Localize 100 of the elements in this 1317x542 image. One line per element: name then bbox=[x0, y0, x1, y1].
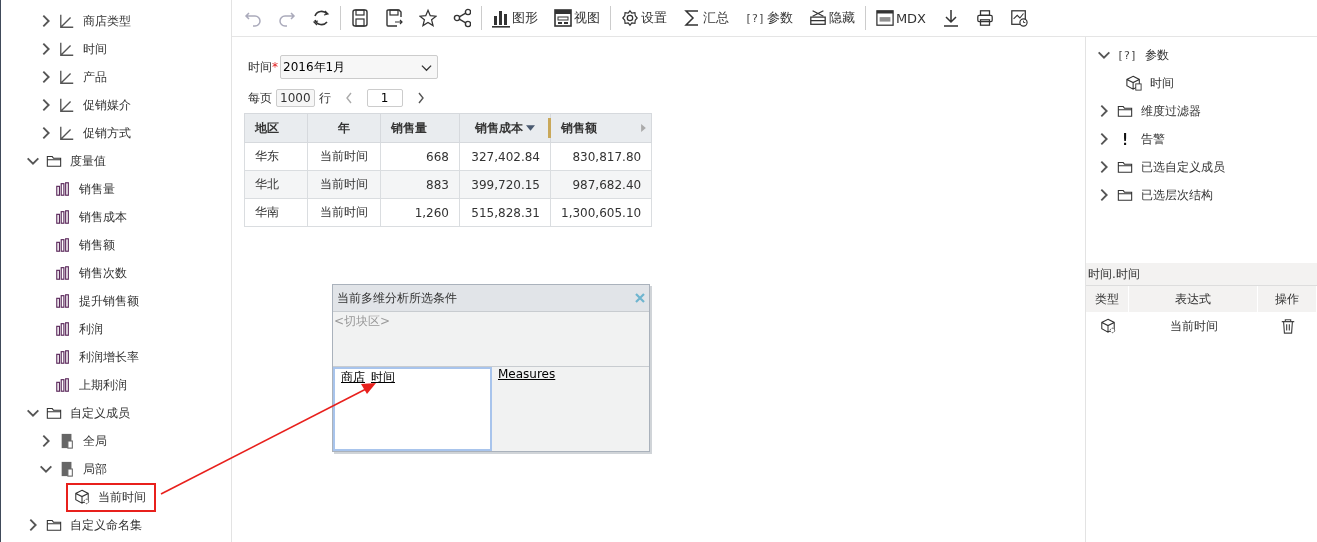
resize-handle[interactable] bbox=[548, 118, 551, 138]
bar-chart-icon bbox=[55, 293, 71, 309]
folder-icon bbox=[46, 405, 62, 421]
tree-item[interactable]: 当前时间 bbox=[66, 482, 156, 512]
cube-icon bbox=[74, 489, 90, 505]
column-header: 类型 bbox=[1086, 286, 1129, 312]
document-icon bbox=[59, 433, 75, 449]
tree-item[interactable]: 上期利润 bbox=[53, 374, 129, 396]
bar-chart-icon bbox=[55, 265, 71, 281]
page-size-field[interactable]: 1000 bbox=[276, 89, 315, 107]
cube-icon bbox=[1126, 75, 1142, 91]
tree-item[interactable]: ! 告警 bbox=[1115, 127, 1167, 151]
trash-icon[interactable] bbox=[1279, 318, 1296, 334]
share-icon bbox=[453, 8, 471, 28]
tree-item[interactable]: 时间 bbox=[1124, 72, 1176, 94]
table-cell: 华东 bbox=[244, 142, 308, 171]
tree-item[interactable]: 局部 bbox=[57, 458, 109, 480]
column-header: 表达式 bbox=[1129, 286, 1258, 312]
required-mark: * bbox=[272, 60, 278, 74]
table-cell: 1,260 bbox=[380, 198, 460, 227]
angle-icon bbox=[59, 69, 75, 85]
save-icon bbox=[351, 8, 369, 28]
table-cell-text: 当前时间 bbox=[1168, 317, 1219, 335]
column-header[interactable]: 销售成本 bbox=[459, 113, 551, 143]
angle-icon bbox=[59, 125, 75, 141]
tree-item[interactable]: 利润 bbox=[53, 318, 105, 340]
parameter-label: 时间 bbox=[248, 58, 272, 76]
table-cell: 327,402.84 bbox=[459, 142, 551, 171]
tree-item[interactable]: 促销方式 bbox=[57, 122, 133, 144]
tree-item[interactable]: 全局 bbox=[57, 430, 109, 452]
download-icon bbox=[942, 8, 960, 28]
tree-item[interactable]: 促销媒介 bbox=[57, 94, 133, 116]
folder-icon bbox=[46, 153, 62, 169]
table-cell: 668 bbox=[380, 142, 460, 171]
column-header: 操作 bbox=[1258, 286, 1317, 312]
dimension-link[interactable]: 时间 bbox=[371, 369, 395, 386]
bar-chart-icon bbox=[55, 181, 71, 197]
tree-item[interactable]: 已选层次结构 bbox=[1115, 184, 1215, 206]
bar-chart-icon bbox=[55, 349, 71, 365]
table-cell: 987,682.40 bbox=[550, 170, 652, 199]
toolbar-button[interactable]: 视图 bbox=[546, 3, 608, 33]
dimension-link[interactable]: Measures bbox=[498, 367, 556, 381]
toolbar-button[interactable]: 汇总 bbox=[675, 3, 737, 33]
tree-item[interactable]: 利润增长率 bbox=[53, 346, 141, 368]
document-icon bbox=[59, 461, 75, 477]
save-as-icon bbox=[385, 8, 403, 28]
folder-icon bbox=[1117, 103, 1133, 119]
dialog-title: 当前多维分析所选条件 bbox=[337, 289, 457, 307]
column-header[interactable]: 销售额 bbox=[550, 113, 652, 143]
toolbar-button[interactable]: 隐藏 bbox=[800, 3, 863, 33]
tree-item[interactable]: 销售次数 bbox=[53, 262, 129, 284]
tree-item[interactable]: 提升销售额 bbox=[53, 290, 141, 312]
table-cell: 华南 bbox=[244, 198, 308, 227]
tree-item[interactable]: 时间 bbox=[57, 38, 109, 60]
bar-chart-icon bbox=[492, 8, 510, 28]
page-number-field[interactable]: 1 bbox=[366, 89, 403, 107]
table-cell: 515,828.31 bbox=[459, 198, 551, 227]
rows-zone[interactable]: 商店 时间 bbox=[333, 367, 492, 451]
folder-icon bbox=[1117, 159, 1133, 175]
hide-icon bbox=[808, 8, 827, 28]
table-cell: 1,300,605.10 bbox=[550, 198, 652, 227]
angle-icon bbox=[59, 13, 75, 29]
bar-chart-icon bbox=[55, 237, 71, 253]
tree-item[interactable]: 维度过滤器 bbox=[1115, 100, 1203, 122]
date-select[interactable]: 2016年1月 bbox=[280, 55, 438, 79]
layout-icon bbox=[554, 8, 572, 28]
tree-item[interactable]: 产品 bbox=[57, 66, 109, 88]
page-size-label: 每页 bbox=[248, 89, 272, 107]
tree-item[interactable]: 度量值 bbox=[44, 150, 108, 172]
column-header[interactable]: 年 bbox=[307, 113, 381, 143]
angle-icon bbox=[59, 97, 75, 113]
tree-item[interactable]: 销售成本 bbox=[53, 206, 129, 228]
tree-item[interactable]: 自定义命名集 bbox=[44, 514, 144, 536]
toolbar-button[interactable]: MDX bbox=[867, 3, 934, 33]
toolbar-button[interactable]: 图形 bbox=[484, 3, 546, 33]
toolbar-button[interactable]: [?]参数 bbox=[737, 3, 801, 33]
folder-icon bbox=[46, 517, 62, 533]
table-cell: 883 bbox=[380, 170, 460, 199]
sigma-icon bbox=[683, 8, 701, 28]
bracket-icon: [?] bbox=[745, 11, 765, 25]
tree-item[interactable]: 销售量 bbox=[53, 178, 117, 200]
toolbar-button[interactable]: 设置 bbox=[613, 3, 675, 33]
tree-item[interactable]: 已选自定义成员 bbox=[1115, 156, 1227, 178]
columns-zone[interactable]: Measures bbox=[492, 367, 649, 451]
column-header[interactable]: 地区 bbox=[244, 113, 308, 143]
dimension-link[interactable]: 商店 bbox=[341, 369, 365, 386]
tree-item[interactable]: 商店类型 bbox=[57, 10, 133, 32]
chart-clock-icon bbox=[1010, 8, 1028, 28]
tree-item[interactable]: [?] 参数 bbox=[1115, 44, 1171, 66]
section-title: 时间.时间 bbox=[1086, 263, 1317, 286]
exclamation-icon: ! bbox=[1117, 129, 1133, 149]
refresh-icon bbox=[312, 8, 330, 28]
angle-icon bbox=[59, 41, 75, 57]
tree-item[interactable]: 自定义成员 bbox=[44, 402, 132, 424]
sort-arrow-icon[interactable] bbox=[526, 124, 535, 132]
mdx-icon bbox=[875, 8, 894, 28]
tree-item[interactable]: 销售额 bbox=[53, 234, 117, 256]
bar-chart-icon bbox=[55, 209, 71, 225]
table-cell: 399,720.15 bbox=[459, 170, 551, 199]
column-header[interactable]: 销售量 bbox=[380, 113, 460, 143]
